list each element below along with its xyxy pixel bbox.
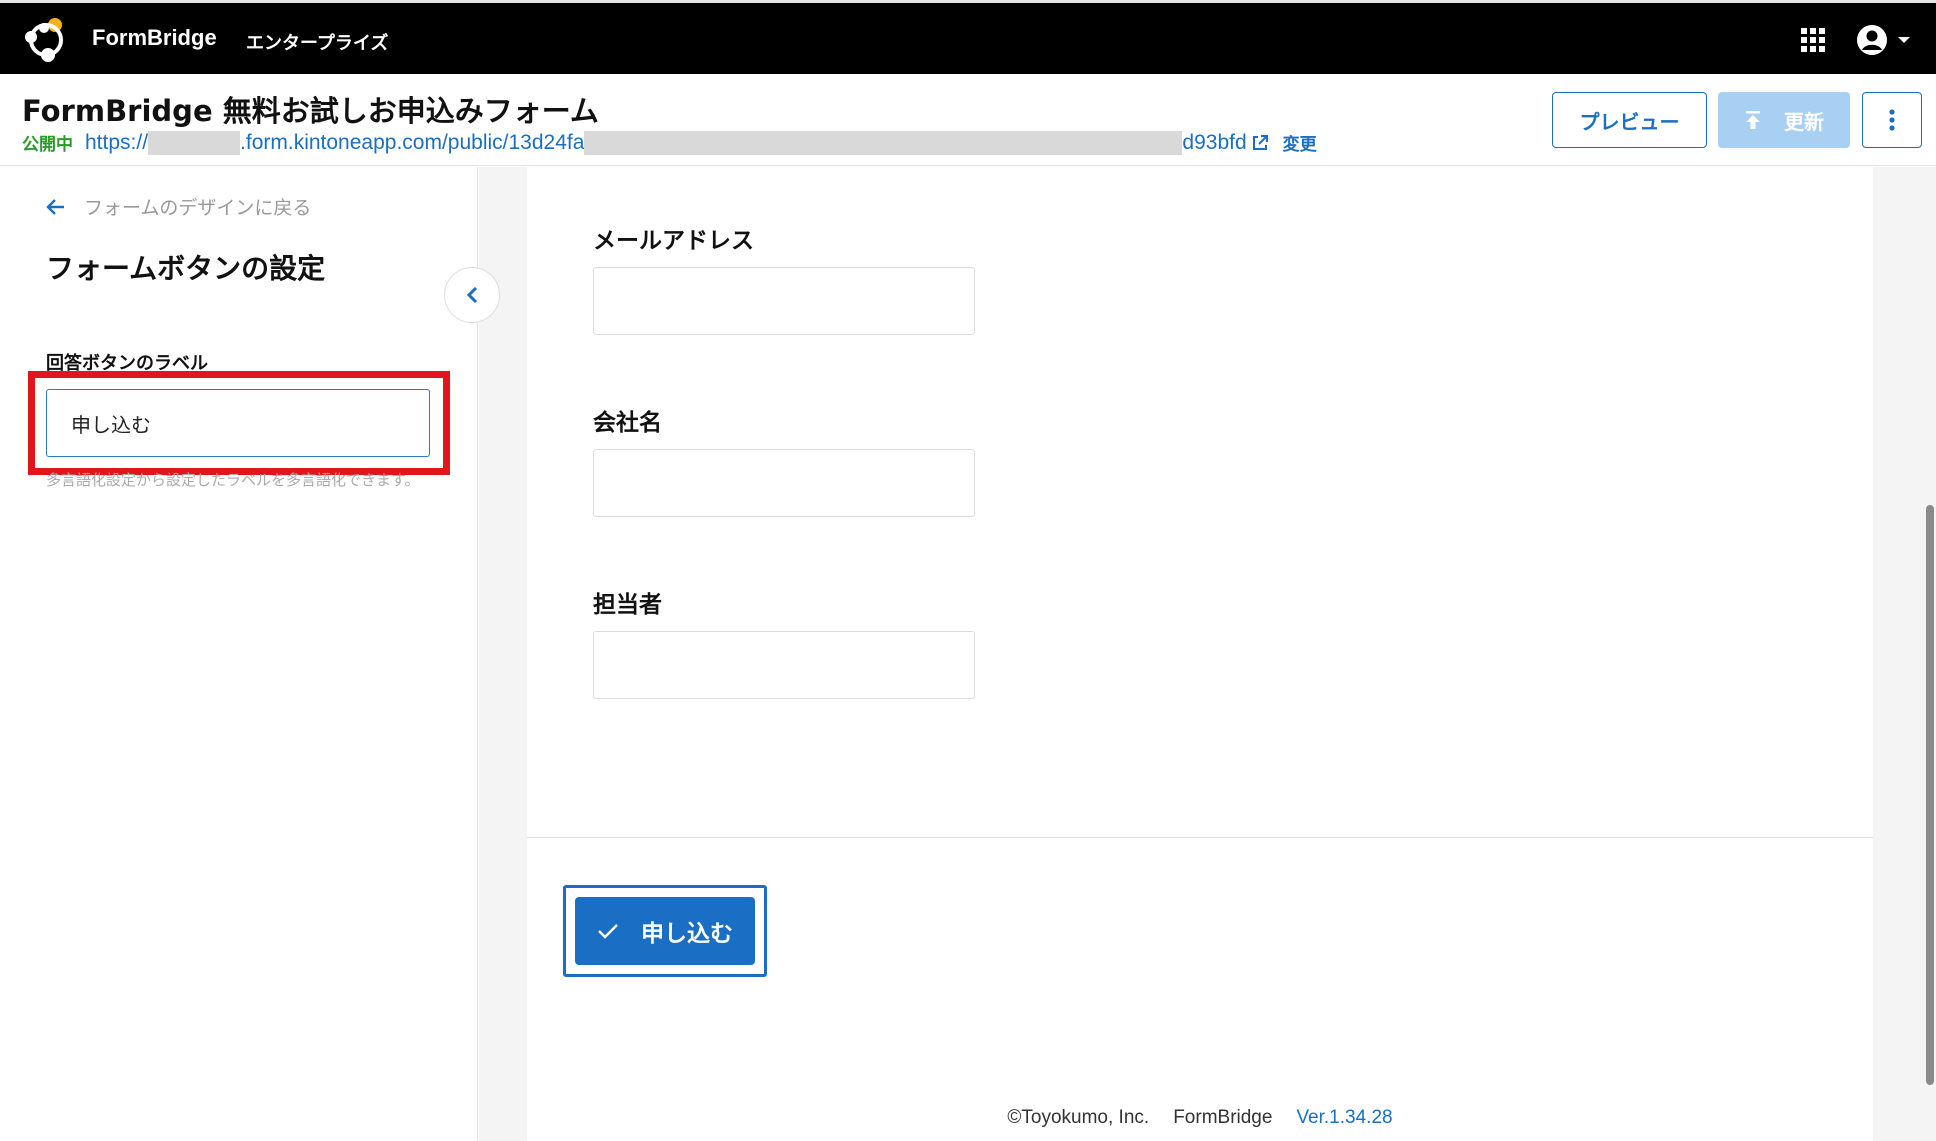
account-icon (1857, 25, 1887, 55)
footer-copyright: ©Toyokumo, Inc. (1007, 1107, 1150, 1128)
caret-down-icon (1898, 37, 1910, 43)
contact-field[interactable] (593, 631, 975, 699)
change-url-link[interactable]: 変更 (1283, 130, 1317, 155)
apps-grid-icon[interactable] (1800, 27, 1826, 53)
collapse-sidebar-button[interactable] (444, 267, 500, 323)
user-menu[interactable] (1856, 23, 1912, 57)
update-label: 更新 (1784, 109, 1824, 134)
back-to-design-link[interactable]: フォームのデザインに戻る (46, 193, 311, 220)
settings-sidebar: フォームのデザインに戻る フォームボタンの設定 回答ボタンのラベル 多言語化設定… (0, 167, 478, 1141)
form-preview-area: メールアドレス 会社名 担当者 申し込む ©Toyokumo, Inc. For… (479, 167, 1936, 1141)
form-card: メールアドレス 会社名 担当者 申し込む ©Toyokumo, Inc. For… (527, 167, 1873, 1141)
company-field[interactable] (593, 449, 975, 517)
submit-label: 申し込む (641, 921, 733, 947)
scrollbar-thumb[interactable] (1926, 505, 1934, 1085)
footer-version[interactable]: Ver.1.34.28 (1296, 1107, 1392, 1129)
form-divider (527, 837, 1873, 838)
field-label-contact: 担当者 (593, 592, 662, 618)
update-button[interactable]: 更新 (1718, 92, 1850, 148)
footer-product: FormBridge (1173, 1107, 1273, 1128)
more-options-button[interactable] (1862, 92, 1922, 148)
highlight-box (28, 371, 450, 475)
status-line: 公開中 https:// .form.kintoneapp.com/public… (22, 130, 1317, 155)
brand-name: FormBridge (92, 25, 217, 50)
form-header: FormBridge 無料お試しお申込みフォーム 公開中 https:// .f… (0, 74, 1936, 166)
sidebar-title: フォームボタンの設定 (46, 252, 326, 285)
arrow-left-icon (46, 198, 64, 215)
footer: ©Toyokumo, Inc. FormBridge Ver.1.34.28 (527, 1107, 1873, 1129)
submit-button[interactable]: 申し込む (575, 897, 755, 965)
masked-subdomain (148, 130, 241, 155)
email-field[interactable] (593, 267, 975, 335)
check-icon (598, 924, 618, 939)
url-suffix: d93bfd (1182, 130, 1247, 154)
preview-button[interactable]: プレビュー (1552, 92, 1707, 148)
formbridge-logo-icon (25, 18, 63, 62)
url-middle: .form.kintoneapp.com/public/13d24fa (240, 130, 585, 154)
public-url-link[interactable]: https:// .form.kintoneapp.com/public/13d… (85, 130, 1269, 155)
masked-path (584, 130, 1183, 155)
upload-icon (1746, 111, 1760, 129)
back-label: フォームのデザインに戻る (84, 197, 312, 219)
field-label-company: 会社名 (593, 410, 662, 436)
help-text: 多言語化設定から設定したラベルを多言語化できます。 (46, 471, 420, 489)
top-bar: FormBridge エンタープライズ (0, 0, 1936, 74)
chevron-left-icon (466, 286, 478, 304)
url-prefix: https:// (85, 130, 149, 154)
more-vertical-icon (1889, 109, 1895, 131)
status-badge: 公開中 (22, 135, 73, 155)
edition-label: エンタープライズ (246, 33, 389, 54)
form-title: FormBridge 無料お試しお申込みフォーム (22, 94, 599, 128)
external-link-icon (1252, 134, 1268, 150)
field-label-email: メールアドレス (593, 228, 754, 254)
